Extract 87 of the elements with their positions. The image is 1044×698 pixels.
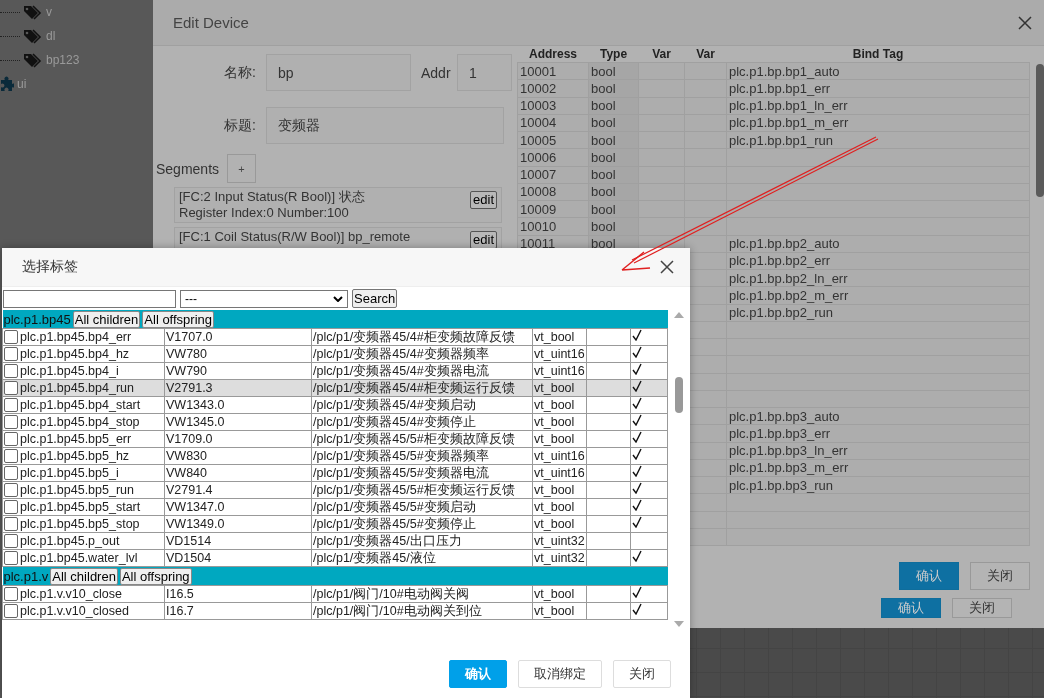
group-button[interactable]: All children — [50, 567, 118, 585]
tag-name: plc.p1.bp45.water_lvl — [20, 550, 138, 566]
chevron-icon — [333, 295, 343, 302]
checkbox[interactable] — [4, 551, 18, 565]
tag-name-cell[interactable]: plc.p1.v.v10_close — [2, 585, 165, 603]
tag-name: plc.p1.bp45.bp4_err — [20, 329, 132, 345]
title-field[interactable]: 变频器 — [266, 107, 504, 144]
checkbox[interactable] — [4, 432, 18, 446]
tag-name: plc.p1.bp45.bp5_err — [20, 431, 132, 447]
segments-label: Segments — [156, 160, 220, 177]
table-cell: plc.p1.bp.bp1_auto — [726, 62, 1030, 80]
group-button[interactable]: All children — [72, 310, 141, 328]
segment-text: [FC:2 Input Status(R Bool)] 状态 Register Index:0 Number:100 — [179, 189, 365, 221]
dialog-title: Edit Device — [173, 14, 249, 31]
segment-text: [FC:1 Coil Status(R/W Bool)] bp_remote — [179, 229, 411, 246]
addr-field[interactable]: 1 — [457, 54, 512, 91]
puzzle-icon — [0, 76, 14, 92]
table-cell: 10001 — [517, 62, 589, 80]
tag-name: plc.p1.bp45.bp5_i — [20, 465, 119, 481]
checkbox[interactable] — [4, 398, 18, 412]
checkbox[interactable] — [4, 587, 18, 601]
search-button[interactable]: Search — [352, 289, 398, 308]
table-cell: bool — [588, 62, 639, 80]
tag-name: plc.p1.bp45.bp5_hz — [20, 448, 130, 464]
checkbox[interactable] — [4, 517, 18, 531]
group-button[interactable]: All offspring — [142, 310, 214, 328]
close-icon — [1018, 15, 1032, 30]
table-cell: /plc/p1/变频器45/4#柜变频故障反馈 — [311, 328, 533, 346]
confirm-button[interactable]: 确认 — [899, 562, 959, 590]
edit-button[interactable]: edit — [470, 191, 497, 209]
tag-name: plc.p1.bp45.bp4_i — [20, 363, 119, 379]
checkbox[interactable] — [4, 330, 18, 344]
table-cell: vt_bool — [532, 585, 587, 603]
checkbox[interactable] — [4, 449, 18, 463]
checkbox[interactable] — [4, 415, 18, 429]
close-button[interactable]: 关闭 — [952, 598, 1012, 618]
column-header: Var — [638, 46, 685, 63]
group-name: plc.p1.v — [3, 568, 49, 584]
tag-name: plc.p1.v.v10_close — [20, 586, 122, 602]
close-button[interactable] — [1016, 13, 1034, 32]
column-header: Type — [588, 46, 639, 63]
table-cell: I16.5 — [164, 585, 312, 603]
tag-name: plc.p1.bp45.bp4_start — [20, 397, 141, 413]
tag-name: plc.p1.bp45.bp4_hz — [20, 346, 130, 362]
group-button[interactable]: All offspring — [119, 567, 192, 585]
tags-icon — [23, 28, 43, 44]
add-button[interactable]: + — [227, 154, 257, 183]
tags-icon — [23, 4, 43, 20]
tag-name: plc.p1.bp45.p_out — [20, 533, 120, 549]
table-cell: /plc/p1/阀门/10#电动阀关阀 — [311, 585, 533, 603]
column-header: Bind Tag — [726, 46, 1030, 63]
scrollbar-thumb[interactable] — [675, 376, 683, 413]
close-button[interactable] — [658, 258, 676, 276]
tag-name-cell[interactable]: plc.p1.bp45.bp4_err — [2, 328, 165, 346]
tag-name: plc.p1.bp45.bp5_start — [20, 499, 141, 515]
tags-icon — [23, 52, 43, 68]
tag-name: plc.p1.bp45.bp4_stop — [20, 414, 140, 430]
dialog-title: 选择标签 — [22, 258, 78, 276]
edit-button[interactable]: edit — [470, 231, 497, 249]
close-icon — [660, 260, 674, 274]
tag-name: plc.p1.bp45.bp5_run — [20, 482, 134, 498]
column-header: Address — [517, 46, 589, 63]
checkbox[interactable] — [4, 381, 18, 395]
field-label: 标题: — [223, 116, 256, 135]
checkbox[interactable] — [4, 500, 18, 514]
column-header: Var — [684, 46, 727, 63]
field-label: 名称: — [223, 63, 256, 82]
confirm-button[interactable]: 确认 — [881, 598, 941, 618]
checkbox[interactable] — [4, 364, 18, 378]
dialog-button[interactable]: 关闭 — [613, 660, 671, 688]
tag-name: plc.p1.bp45.bp5_stop — [20, 516, 140, 532]
scrollbar-thumb[interactable] — [1036, 64, 1044, 197]
checkbox[interactable] — [4, 347, 18, 361]
close-button[interactable]: 关闭 — [970, 562, 1030, 590]
search-field[interactable] — [3, 289, 176, 308]
checkbox[interactable] — [4, 466, 18, 480]
checkbox[interactable] — [4, 534, 18, 548]
dialog-button[interactable]: 取消绑定 — [518, 660, 602, 688]
name-field[interactable]: bp — [266, 54, 411, 91]
checkbox[interactable] — [4, 483, 18, 497]
table-cell: V1707.0 — [164, 328, 312, 346]
table-cell: vt_bool — [532, 328, 587, 346]
tag-name: plc.p1.v.v10_closed — [20, 603, 129, 619]
filter-select[interactable]: --- — [180, 289, 348, 308]
tag-name: plc.p1.bp45.bp4_run — [20, 380, 134, 396]
group-name: plc.p1.bp45 — [3, 311, 71, 327]
checkbox[interactable] — [4, 604, 18, 618]
